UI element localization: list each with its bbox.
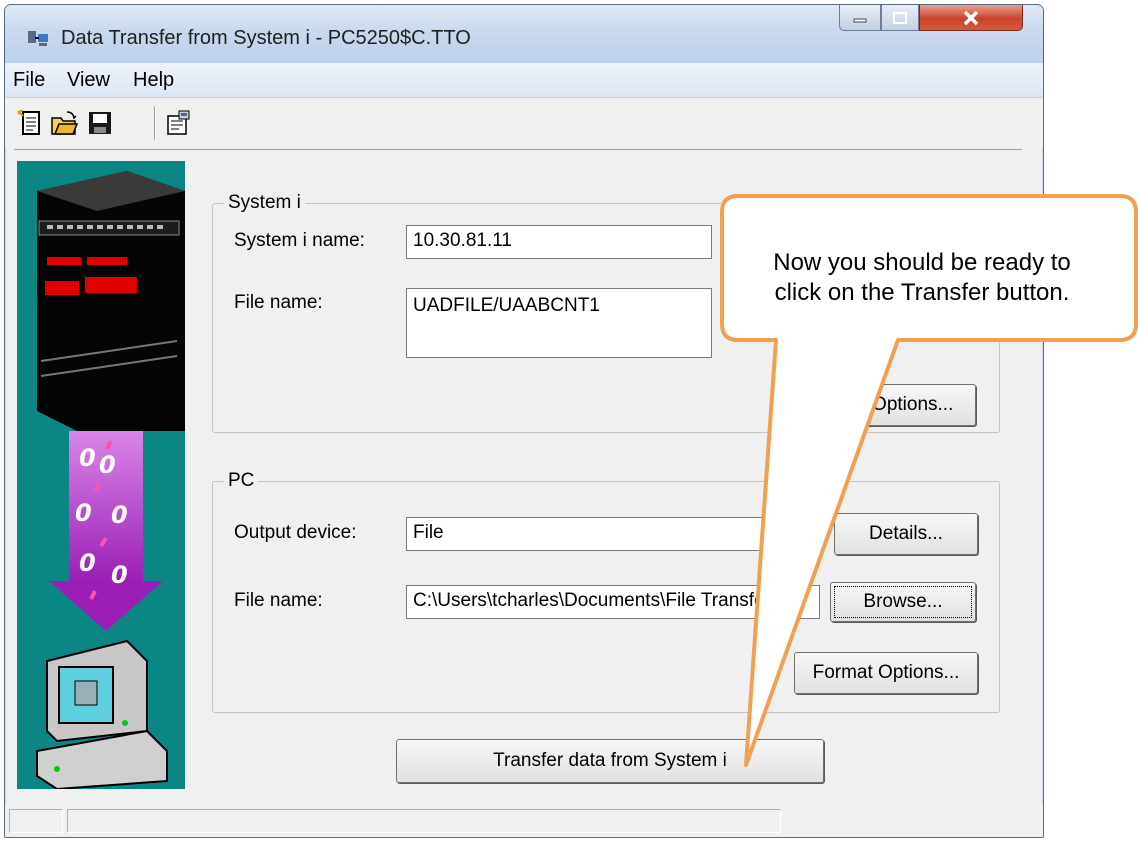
maximize-button[interactable] [881, 5, 919, 31]
system-file-name-label: File name: [234, 292, 323, 313]
close-button[interactable] [919, 5, 1023, 31]
status-pane-2 [67, 809, 781, 833]
callout-line-2: click on the Transfer button. [774, 279, 1070, 306]
system-file-name-field[interactable]: UADFILE/UAABCNT1 [406, 288, 712, 358]
properties-icon[interactable] [163, 108, 193, 138]
transfer-data-button[interactable]: Transfer data from System i [396, 739, 824, 783]
transfer-app-icon [28, 31, 48, 46]
menu-view[interactable]: View [67, 69, 110, 92]
pc-file-name-label: File name: [234, 590, 323, 611]
browse-button[interactable]: Browse... [830, 582, 976, 622]
title-bar[interactable]: Data Transfer from System i - PC5250$C.T… [5, 5, 1043, 63]
data-options-button[interactable]: Data Options... [804, 384, 976, 426]
svg-text:0: 0 [111, 561, 128, 589]
svg-text:0: 0 [75, 499, 92, 527]
toolbar [5, 98, 1043, 148]
minimize-button[interactable] [839, 5, 881, 31]
svg-text:0: 0 [79, 549, 96, 577]
server-to-pc-graphic: 00 00 00 [36, 171, 185, 789]
format-options-button[interactable]: Format Options... [794, 652, 978, 694]
menu-bar: File View Help [5, 63, 1043, 98]
transfer-illustration: 00 00 00 [17, 161, 185, 789]
system-i-legend: System i [224, 192, 305, 214]
output-device-select[interactable]: File [406, 517, 820, 551]
status-pane-1 [9, 809, 63, 833]
svg-text:0: 0 [79, 444, 96, 472]
toolbar-separator [154, 106, 156, 140]
maximize-icon [893, 11, 907, 24]
svg-text:0: 0 [111, 501, 128, 529]
output-device-label: Output device: [234, 522, 357, 543]
pc-file-name-field[interactable]: C:\Users\tcharles\Documents\File Transfe… [406, 585, 820, 619]
new-document-icon[interactable] [15, 108, 45, 138]
callout-line-1: Now you should be ready to [773, 249, 1071, 276]
minimize-icon [853, 18, 867, 22]
svg-text:0: 0 [99, 451, 116, 479]
details-button[interactable]: Details... [834, 513, 978, 555]
system-i-name-field[interactable]: 10.30.81.11 [406, 225, 712, 259]
window-title: Data Transfer from System i - PC5250$C.T… [61, 27, 471, 49]
system-i-name-label: System i name: [234, 230, 365, 251]
callout-text: Now you should be ready to click on the … [722, 248, 1122, 308]
status-bar [5, 805, 1043, 837]
close-icon [963, 10, 979, 25]
save-disk-icon[interactable] [85, 108, 115, 138]
menu-file[interactable]: File [13, 69, 45, 92]
pc-legend: PC [224, 470, 259, 492]
menu-help[interactable]: Help [133, 69, 174, 92]
open-folder-icon[interactable] [49, 108, 79, 138]
